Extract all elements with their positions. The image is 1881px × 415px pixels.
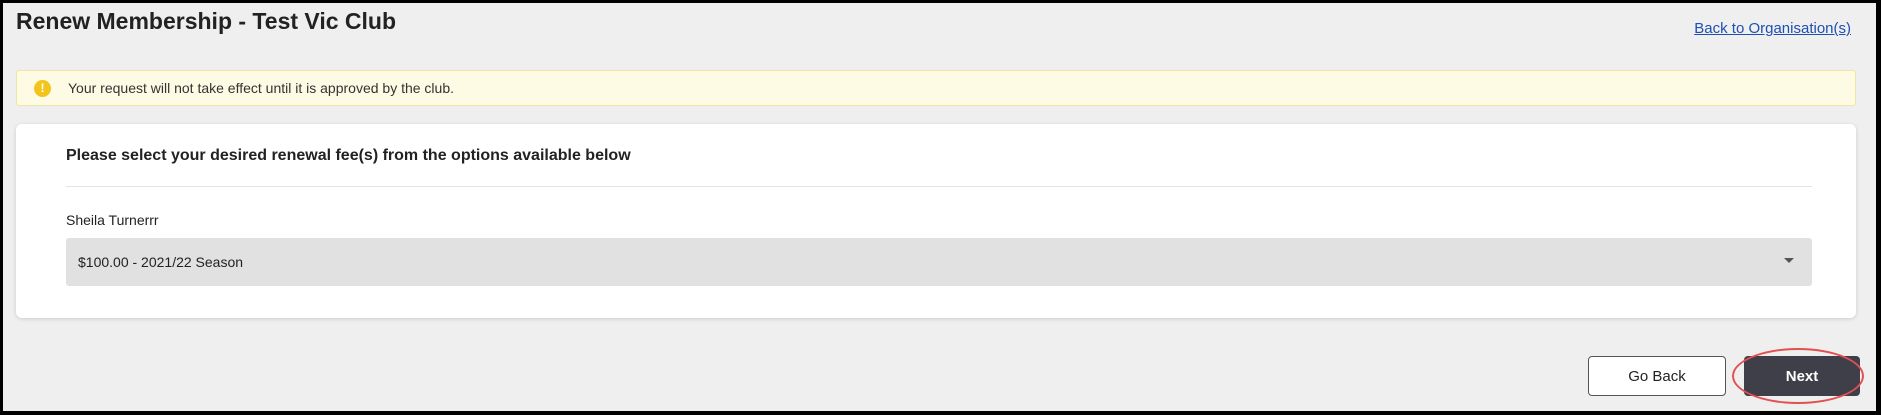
selected-fee-value: $100.00 - 2021/22 Season [78,254,244,270]
page-frame: Renew Membership - Test Vic Club Back to… [3,3,1876,411]
next-button[interactable]: Next [1744,356,1860,396]
exclamation-icon: ! [34,79,51,97]
member-name-label: Sheila Turnerrr [66,212,159,228]
go-back-button[interactable]: Go Back [1588,356,1726,396]
renewal-fee-select[interactable]: $100.00 - 2021/22 Season [66,238,1812,286]
caret-down-icon [1784,258,1794,263]
approval-notice: ! Your request will not take effect unti… [16,70,1856,106]
back-to-organisations-link[interactable]: Back to Organisation(s) [1694,20,1851,37]
page-title: Renew Membership - Test Vic Club [16,8,397,34]
divider [66,186,1812,187]
renewal-fee-card: Please select your desired renewal fee(s… [16,124,1856,318]
card-heading: Please select your desired renewal fee(s… [66,147,631,164]
notice-text: Your request will not take effect until … [68,80,455,96]
